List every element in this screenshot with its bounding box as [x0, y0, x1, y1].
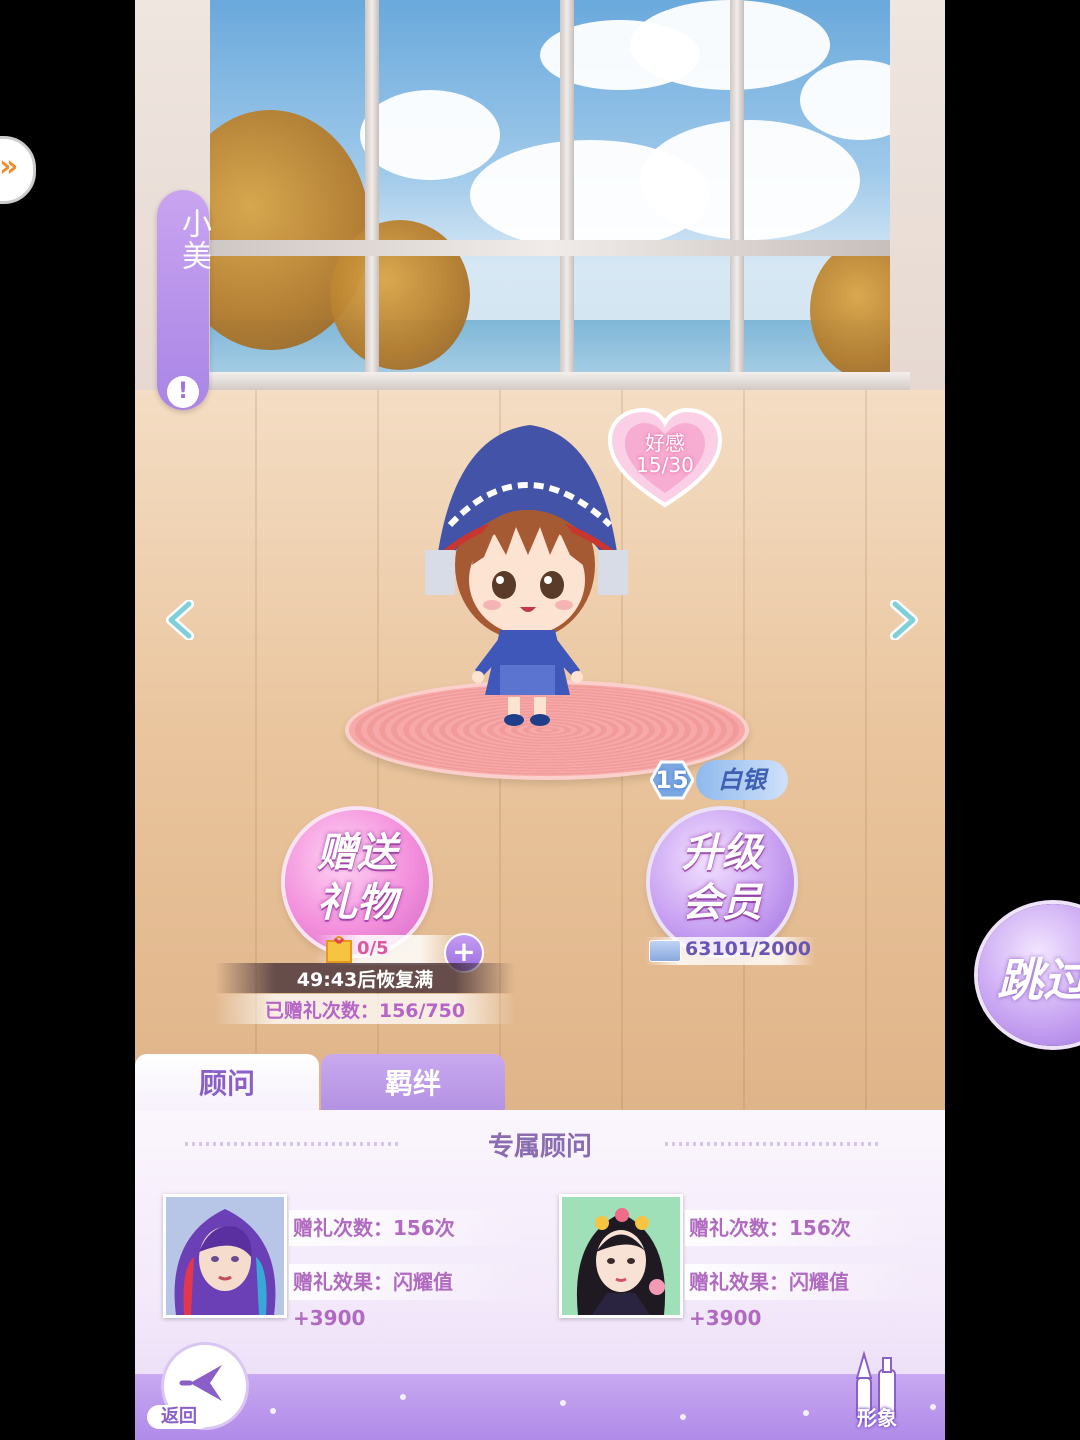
panel-tabs: 顾问 羁绊 — [135, 1054, 945, 1112]
advisor-card[interactable]: 赠礼次数：156次 赠礼效果：闪耀值+3900 — [163, 1194, 553, 1330]
gifted-count: 已赠礼次数：156/750 — [264, 1000, 466, 1022]
alert-icon[interactable]: ! — [167, 376, 199, 408]
rank-level: 15 — [655, 766, 689, 794]
window-sill — [190, 372, 910, 392]
character-name-tag[interactable]: 小美 ! — [157, 190, 211, 410]
side-panel-expand-button[interactable]: » — [0, 136, 36, 204]
room-window — [210, 0, 890, 380]
recover-timer: 49:43后恢复满 — [296, 969, 434, 991]
advisor-gift-count: 赠礼次数：156次 — [289, 1210, 523, 1246]
tab-advisor[interactable]: 顾问 — [135, 1054, 319, 1112]
advisor-avatar-image — [166, 1197, 284, 1315]
back-label: 返回 — [147, 1405, 211, 1429]
rank-badge: 15 白银 — [650, 760, 788, 800]
advisor-portrait[interactable] — [163, 1194, 287, 1318]
send-gift-button[interactable]: 赠送 礼物 — [285, 810, 429, 954]
bottom-nav-bar — [135, 1374, 945, 1440]
advisor-portrait[interactable] — [559, 1194, 683, 1318]
send-gift-label: 赠送 礼物 — [317, 830, 397, 926]
rank-name: 白银 — [696, 760, 788, 800]
skip-label: 跳过 — [997, 953, 1080, 1007]
previous-arrow-icon[interactable] — [161, 600, 201, 640]
upgrade-vip-label: 升级 会员 — [682, 830, 762, 926]
outfit-label: 形象 — [857, 1406, 897, 1430]
advisor-gift-effect: 赠礼效果：闪耀值+3900 — [289, 1264, 523, 1330]
game-stage: 小美 ! 好感 15/30 15 白银 赠送 礼物 0/5 + 49:43后恢复… — [135, 0, 945, 1440]
advisor-gift-count: 赠礼次数：156次 — [685, 1210, 919, 1246]
advisor-gift-effect: 赠礼效果：闪耀值+3900 — [685, 1264, 919, 1330]
advisor-card[interactable]: 赠礼次数：156次 赠礼效果：闪耀值+3900 — [559, 1194, 945, 1330]
chibi-character[interactable] — [420, 415, 630, 735]
skip-button[interactable]: 跳过 — [978, 904, 1080, 1046]
vip-card-icon — [649, 940, 681, 962]
affection-indicator: 好感 15/30 — [605, 432, 725, 476]
affection-value: 15/30 — [636, 453, 694, 477]
gift-bag-icon — [326, 936, 352, 963]
tab-bond[interactable]: 羁绊 — [321, 1054, 505, 1112]
character-name: 小美 — [176, 208, 211, 272]
affection-label: 好感 — [645, 431, 685, 455]
next-arrow-icon[interactable] — [883, 600, 923, 640]
vip-progress: 63101/2000 — [685, 938, 811, 960]
section-title: 专属顾问 — [487, 1132, 592, 1162]
upgrade-vip-button[interactable]: 升级 会员 — [650, 810, 794, 954]
advisor-avatar-image — [562, 1197, 680, 1315]
double-chevron-right-icon: » — [0, 149, 19, 184]
gift-count: 0/5 — [357, 938, 389, 959]
